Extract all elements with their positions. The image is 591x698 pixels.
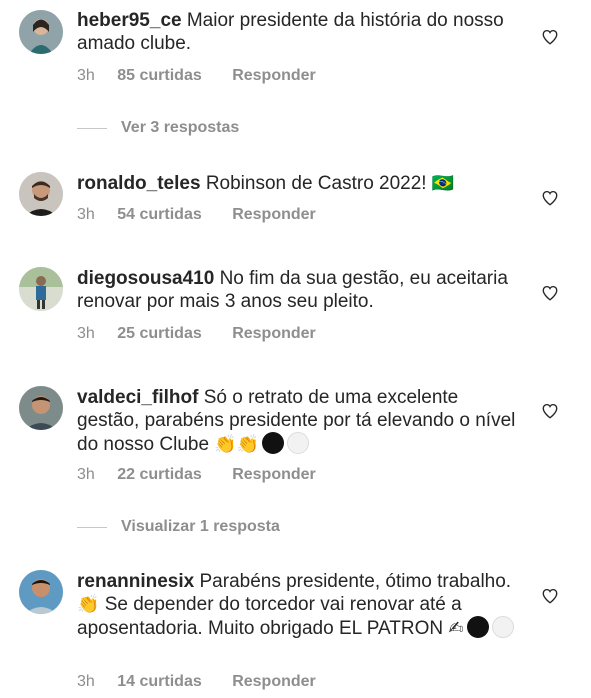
comment-username[interactable]: diegosousa410 [77, 268, 214, 289]
comment-time: 3h [77, 67, 95, 84]
comment-meta: 3h 22 curtidas Responder [77, 466, 316, 484]
comment-body-part1: Parabéns presidente, ótimo trabalho. [199, 571, 512, 592]
comment-likes[interactable]: 25 curtidas [117, 325, 201, 342]
reply-button[interactable]: Responder [232, 673, 316, 690]
comment-time: 3h [77, 673, 95, 690]
comment-likes[interactable]: 22 curtidas [117, 466, 201, 483]
reply-button[interactable]: Responder [232, 466, 316, 483]
comment-likes[interactable]: 85 curtidas [117, 67, 201, 84]
comment-text: heber95_ce Maior presidente da história … [77, 9, 517, 55]
comment-likes[interactable]: 54 curtidas [117, 206, 201, 223]
view-replies-label: Visualizar 1 resposta [121, 518, 280, 535]
comment-text: diegosousa410 No fim da sua gestão, eu a… [77, 267, 517, 313]
comment-username[interactable]: ronaldo_teles [77, 173, 201, 194]
avatar[interactable] [19, 570, 63, 614]
view-replies-button[interactable]: Ver 3 respostas [77, 119, 239, 137]
comment-text: renanninesix Parabéns presidente, ótimo … [77, 570, 517, 640]
black-circle-icon [466, 616, 489, 638]
avatar[interactable] [19, 386, 63, 430]
white-circle-icon [491, 616, 514, 638]
heart-icon[interactable] [541, 284, 559, 302]
heart-icon[interactable] [541, 587, 559, 605]
divider-line [77, 526, 107, 528]
comment-username[interactable]: renanninesix [77, 571, 194, 592]
heart-icon[interactable] [541, 189, 559, 207]
comment-text: ronaldo_teles Robinson de Castro 2022! 🇧… [77, 172, 517, 195]
comment-username[interactable]: valdeci_filhof [77, 387, 198, 408]
view-replies-button[interactable]: Visualizar 1 resposta [77, 518, 280, 536]
reply-button[interactable]: Responder [232, 206, 316, 223]
comment-time: 3h [77, 206, 95, 223]
heart-icon[interactable] [541, 402, 559, 420]
comment-text: valdeci_filhof Só o retrato de uma excel… [77, 386, 517, 456]
clapping-hands-icon: 👏👏 [214, 434, 260, 455]
divider-line [77, 127, 107, 129]
comment-meta: 3h 25 curtidas Responder [77, 325, 316, 343]
white-circle-icon [287, 432, 310, 454]
heart-icon[interactable] [541, 28, 559, 46]
avatar[interactable] [19, 172, 63, 216]
comment-likes[interactable]: 14 curtidas [117, 673, 201, 690]
reply-button[interactable]: Responder [232, 67, 316, 84]
comment-time: 3h [77, 325, 95, 342]
avatar[interactable] [19, 267, 63, 311]
view-replies-label: Ver 3 respostas [121, 119, 240, 136]
comment-body: Robinson de Castro 2022! [205, 173, 427, 194]
clapping-hands-icon: 👏 [77, 594, 100, 615]
writing-hand-icon: ✍ [448, 618, 464, 639]
comment-time: 3h [77, 466, 95, 483]
comment-username[interactable]: heber95_ce [77, 10, 182, 31]
comment-meta: 3h 14 curtidas Responder [77, 673, 316, 691]
comment-body-part2: Se depender do torcedor vai renovar até … [77, 594, 462, 639]
avatar[interactable] [19, 10, 63, 54]
comment-meta: 3h 54 curtidas Responder [77, 206, 316, 224]
reply-button[interactable]: Responder [232, 325, 316, 342]
brazil-flag-icon: 🇧🇷 [431, 173, 455, 194]
black-circle-icon [262, 432, 285, 454]
comment-meta: 3h 85 curtidas Responder [77, 67, 316, 85]
